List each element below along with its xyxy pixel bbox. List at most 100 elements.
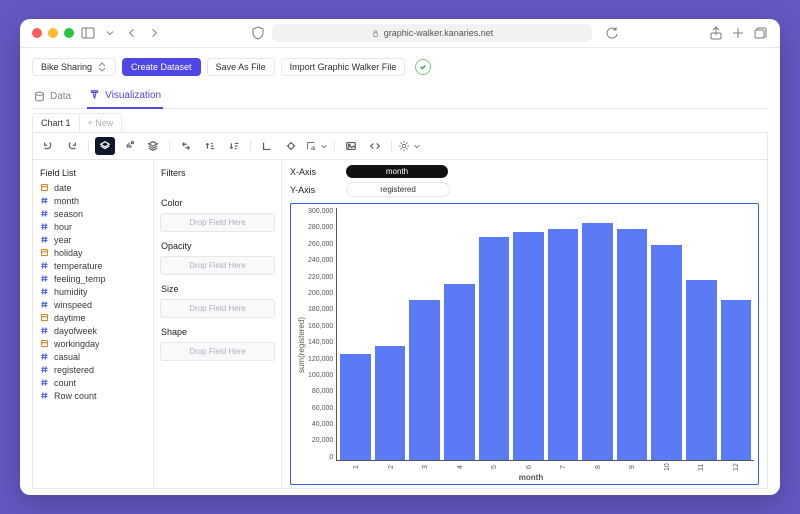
chart-tabs: Chart 1 + New bbox=[32, 113, 768, 132]
app-toolbar: Bike Sharing Create Dataset Save As File… bbox=[32, 58, 768, 76]
field-dayofweek[interactable]: dayofweek bbox=[39, 324, 147, 337]
field-workingday[interactable]: workingday bbox=[39, 337, 147, 350]
dataset-selector[interactable]: Bike Sharing bbox=[32, 58, 116, 76]
settings-button[interactable] bbox=[398, 140, 421, 152]
export-code-icon[interactable] bbox=[365, 137, 385, 155]
chart-tab-new[interactable]: + New bbox=[79, 113, 123, 132]
bar-10[interactable] bbox=[651, 245, 682, 460]
tab-data-label: Data bbox=[50, 91, 71, 102]
share-icon[interactable] bbox=[708, 25, 724, 41]
status-ok-icon bbox=[415, 59, 431, 75]
field-date[interactable]: date bbox=[39, 181, 147, 194]
address-bar[interactable]: graphic-walker.kanaries.net bbox=[272, 24, 592, 42]
bar-2[interactable] bbox=[375, 346, 406, 460]
x-axis-shelf[interactable]: X-Axis month bbox=[290, 165, 759, 178]
maximize-window-icon[interactable] bbox=[64, 28, 74, 38]
field-winspeed[interactable]: winspeed bbox=[39, 298, 147, 311]
back-icon[interactable] bbox=[124, 25, 140, 41]
aggregate-icon[interactable] bbox=[95, 137, 115, 155]
field-holiday[interactable]: holiday bbox=[39, 246, 147, 259]
field-feeling_temp[interactable]: feeling_temp bbox=[39, 272, 147, 285]
bar-7[interactable] bbox=[548, 229, 579, 460]
y-axis-pill[interactable]: registered bbox=[346, 182, 450, 197]
size-dropzone[interactable]: Drop Field Here bbox=[160, 299, 275, 318]
sort-icon bbox=[97, 62, 107, 72]
chart-tab-1[interactable]: Chart 1 bbox=[32, 113, 80, 132]
field-count[interactable]: count bbox=[39, 376, 147, 389]
app-body: Bike Sharing Create Dataset Save As File… bbox=[20, 48, 780, 495]
x-axis-ticks: 123456789101112 bbox=[338, 461, 754, 473]
redo-icon[interactable] bbox=[62, 137, 82, 155]
chart-panel: X-Axis month Y-Axis registered sum(regis… bbox=[282, 160, 767, 488]
field-casual[interactable]: casual bbox=[39, 350, 147, 363]
browser-window: graphic-walker.kanaries.net Bike Sharing… bbox=[20, 19, 780, 495]
field-year[interactable]: year bbox=[39, 233, 147, 246]
create-dataset-button[interactable]: Create Dataset bbox=[122, 58, 201, 76]
field-humidity[interactable]: humidity bbox=[39, 285, 147, 298]
bar-5[interactable] bbox=[479, 237, 510, 460]
bar-6[interactable] bbox=[513, 232, 544, 460]
opacity-title: Opacity bbox=[161, 241, 274, 251]
dataset-name: Bike Sharing bbox=[41, 62, 92, 72]
field-list-title: Field List bbox=[40, 168, 146, 178]
tabs-icon[interactable] bbox=[752, 25, 768, 41]
axis-settings-icon[interactable] bbox=[257, 137, 277, 155]
save-as-file-button[interactable]: Save As File bbox=[207, 58, 275, 76]
tab-data[interactable]: Data bbox=[32, 86, 73, 108]
chart-canvas[interactable]: sum(registered) 300,000280,000260,000240… bbox=[290, 203, 759, 485]
field-list-panel: Field List datemonthseasonhouryearholida… bbox=[33, 160, 154, 488]
color-title: Color bbox=[161, 198, 274, 208]
opacity-dropzone[interactable]: Drop Field Here bbox=[160, 256, 275, 275]
close-window-icon[interactable] bbox=[32, 28, 42, 38]
bar-8[interactable] bbox=[582, 223, 613, 460]
chart-card: Field List datemonthseasonhouryearholida… bbox=[32, 132, 768, 489]
transpose-icon[interactable] bbox=[176, 137, 196, 155]
bar-1[interactable] bbox=[340, 354, 371, 460]
window-controls bbox=[32, 28, 74, 38]
tab-visualization-label: Visualization bbox=[105, 90, 161, 101]
bar-4[interactable] bbox=[444, 284, 475, 460]
field-registered[interactable]: registered bbox=[39, 363, 147, 376]
sidebar-toggle-icon[interactable] bbox=[80, 25, 96, 41]
field-temperature[interactable]: temperature bbox=[39, 259, 147, 272]
editor-columns: Field List datemonthseasonhouryearholida… bbox=[33, 160, 767, 488]
browser-chrome: graphic-walker.kanaries.net bbox=[20, 19, 780, 48]
tab-visualization[interactable]: Visualization bbox=[87, 86, 163, 109]
chart-xlabel: month bbox=[308, 473, 754, 482]
refresh-icon[interactable] bbox=[604, 25, 620, 41]
y-axis-shelf[interactable]: Y-Axis registered bbox=[290, 182, 759, 197]
shape-title: Shape bbox=[161, 327, 274, 337]
sort-asc-icon[interactable] bbox=[200, 137, 220, 155]
auto-chart-icon[interactable] bbox=[119, 137, 139, 155]
bar-12[interactable] bbox=[721, 300, 752, 460]
chart-bars bbox=[336, 208, 754, 461]
shield-icon[interactable] bbox=[250, 25, 266, 41]
sort-desc-icon[interactable] bbox=[224, 137, 244, 155]
stack-icon[interactable] bbox=[143, 137, 163, 155]
field-daytime[interactable]: daytime bbox=[39, 311, 147, 324]
url-text: graphic-walker.kanaries.net bbox=[384, 28, 494, 38]
x-axis-pill[interactable]: month bbox=[346, 165, 448, 178]
field-Row-count[interactable]: Row count bbox=[39, 389, 147, 402]
color-dropzone[interactable]: Drop Field Here bbox=[160, 213, 275, 232]
minimize-window-icon[interactable] bbox=[48, 28, 58, 38]
forward-icon[interactable] bbox=[146, 25, 162, 41]
import-file-button[interactable]: Import Graphic Walker File bbox=[281, 58, 406, 76]
new-tab-icon[interactable] bbox=[730, 25, 746, 41]
chart-toolbar bbox=[33, 133, 767, 160]
undo-icon[interactable] bbox=[38, 137, 58, 155]
bar-11[interactable] bbox=[686, 280, 717, 460]
field-hour[interactable]: hour bbox=[39, 220, 147, 233]
debug-icon[interactable] bbox=[281, 137, 301, 155]
bar-3[interactable] bbox=[409, 300, 440, 460]
y-axis-ticks: 300,000280,000260,000240,000220,000200,0… bbox=[308, 208, 336, 461]
export-image-icon[interactable] bbox=[341, 137, 361, 155]
shape-dropzone[interactable]: Drop Field Here bbox=[160, 342, 275, 361]
main-tabs: Data Visualization bbox=[32, 86, 768, 109]
field-season[interactable]: season bbox=[39, 207, 147, 220]
layout-settings-button[interactable] bbox=[305, 140, 328, 152]
bar-9[interactable] bbox=[617, 229, 648, 460]
field-month[interactable]: month bbox=[39, 194, 147, 207]
x-axis-label: X-Axis bbox=[290, 167, 338, 177]
dropdown-icon[interactable] bbox=[102, 25, 118, 41]
